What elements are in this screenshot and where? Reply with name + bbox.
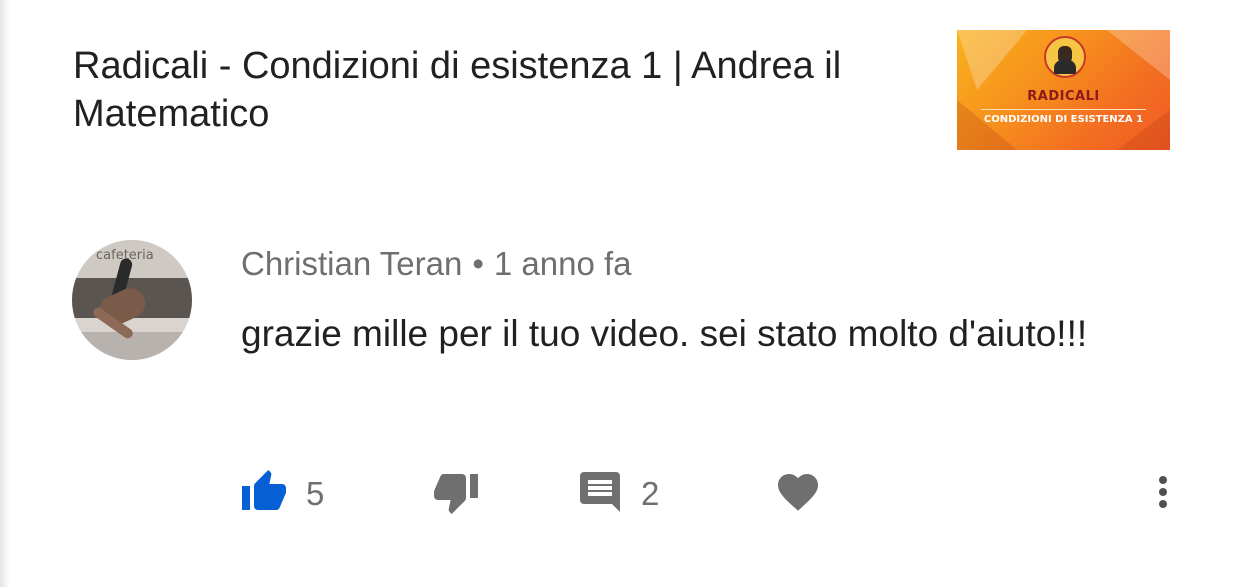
comment-icon [580,472,620,512]
reply-button[interactable] [576,468,624,516]
avatar[interactable]: cafeteria [72,240,192,360]
like-count: 5 [306,475,325,512]
heart-icon [778,474,818,511]
thumb-down-icon [434,474,478,514]
video-title[interactable]: Radicali - Condizioni di esistenza 1 | A… [73,42,933,138]
comment-timestamp: 1 anno fa [493,245,632,282]
thumbnail-logo [1044,36,1086,78]
thumbnail-title: RADICALI [1027,89,1100,104]
author-name[interactable]: Christian Teran [241,245,462,282]
thumb-up-icon [242,470,286,510]
comment-meta: Christian Teran • 1 anno fa [241,244,632,284]
comment-text: grazie mille per il tuo video. sei stato… [241,313,1088,354]
thumbnail-divider [981,109,1146,110]
thumbnail-subtitle: CONDIZIONI DI ESISTENZA 1 [983,114,1144,125]
comment-actions: 5 2 [0,468,1242,518]
like-button[interactable] [240,468,288,516]
video-thumbnail[interactable]: RADICALI CONDIZIONI DI ESISTENZA 1 [957,30,1170,150]
reply-count: 2 [641,475,660,512]
more-options-button[interactable] [1139,468,1187,516]
dislike-button[interactable] [432,468,480,516]
heart-button[interactable] [774,468,822,516]
avatar-sign: cafeteria [96,248,154,263]
more-vert-icon [1159,476,1167,508]
meta-separator: • [472,245,484,282]
